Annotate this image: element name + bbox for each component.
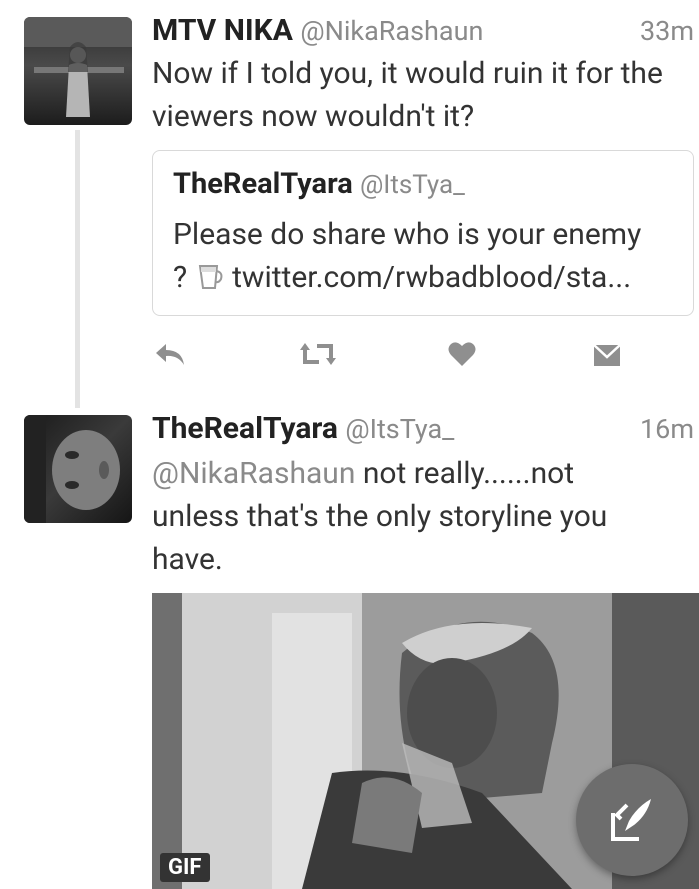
tweet1-text-line2: viewers now wouldn't it? — [152, 99, 475, 134]
quoted-text-line1: Please do share who is your enemy — [173, 217, 642, 252]
tweet1-header: MTV NIKA @NikaRashaun — [152, 13, 483, 48]
coffee-cup-icon — [198, 265, 223, 289]
quoted-text-prefix: ? — [173, 260, 188, 295]
tweet1-text: Now if I told you, it would ruin it for … — [152, 52, 699, 138]
avatar-face-image — [24, 415, 120, 523]
tweet2-text-line2: unless that's the only storyline you — [152, 499, 608, 534]
tweet2-text: @NikaRashaun not really......not unless … — [152, 452, 699, 581]
tweet1-author-handle[interactable]: @NikaRashaun — [300, 15, 483, 47]
tweet2-text-line1: @NikaRashaun not really......not — [152, 452, 699, 495]
retweet-icon — [300, 343, 336, 365]
tweet1-author-name[interactable]: MTV NIKA — [152, 13, 293, 48]
avatar-person-image — [24, 17, 132, 117]
avatar-tyara[interactable] — [24, 415, 132, 523]
compose-tweet-icon — [611, 799, 651, 841]
tweet2-timestamp: 16m — [639, 413, 694, 445]
tweet2-text-line1-rest: not really......not — [355, 456, 575, 491]
quoted-tweet-link[interactable]: twitter.com/rwbadblood/sta... — [232, 260, 631, 295]
quoted-tweet-card[interactable]: TheRealTyara @ItsTya_ Please do share wh… — [152, 150, 694, 316]
conversation-thread-line — [75, 130, 80, 408]
tweet1-text-line1: Now if I told you, it would ruin it for … — [152, 56, 663, 91]
tweet2-text-line3: have. — [152, 542, 223, 577]
tweet2-header: TheRealTyara @ItsTya_ — [152, 411, 454, 446]
tweet2-author-handle[interactable]: @ItsTya_ — [345, 413, 454, 445]
quoted-tweet-header: TheRealTyara @ItsTya_ — [173, 167, 465, 201]
heart-icon — [448, 342, 476, 366]
quoted-tweet-text: Please do share who is your enemy ? twit… — [173, 213, 641, 299]
avatar-nika[interactable] — [24, 17, 132, 125]
tweet2-mention[interactable]: @NikaRashaun — [152, 456, 355, 491]
quoted-author-handle: @ItsTya_ — [359, 170, 465, 200]
gif-badge: GIF — [160, 853, 210, 882]
tweet2-author-name[interactable]: TheRealTyara — [152, 411, 338, 446]
tweet1-action-bar — [152, 336, 672, 372]
retweet-button[interactable] — [298, 336, 338, 372]
compose-tweet-button[interactable] — [576, 764, 688, 876]
quoted-author-name: TheRealTyara — [173, 167, 353, 201]
reply-button[interactable] — [152, 336, 188, 372]
reply-icon — [156, 344, 184, 365]
like-button[interactable] — [444, 336, 480, 372]
quoted-text-line2: ? twitter.com/rwbadblood/sta... — [173, 256, 641, 299]
tweet1-timestamp: 33m — [639, 15, 694, 47]
direct-message-icon — [593, 344, 621, 366]
direct-message-button[interactable] — [589, 336, 625, 372]
